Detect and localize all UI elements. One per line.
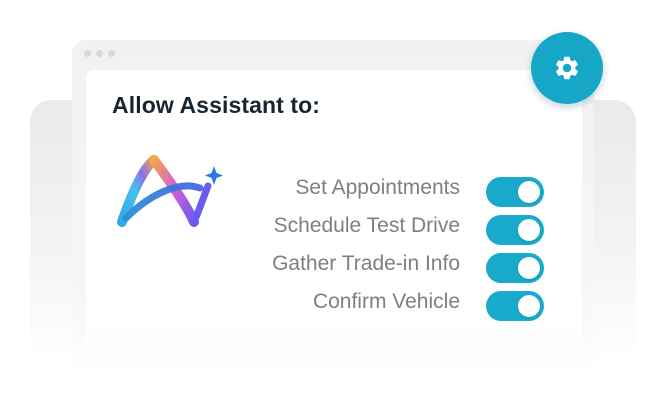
panel-title: Allow Assistant to:	[112, 92, 321, 118]
toggle-knob	[518, 295, 540, 317]
app-canvas: Allow Assistant to: Set Appointments Sch…	[0, 0, 666, 400]
toggle-knob	[518, 181, 540, 203]
gather-trade-in-info-toggle[interactable]	[486, 253, 544, 283]
toggle-knob	[518, 219, 540, 241]
set-appointments-toggle[interactable]	[486, 177, 544, 207]
schedule-test-drive-toggle[interactable]	[486, 215, 544, 245]
gear-icon	[556, 56, 578, 80]
window-control-dot[interactable]	[96, 50, 103, 57]
permission-label: Set Appointments	[295, 176, 460, 199]
permission-row: Schedule Test Drive	[200, 210, 556, 248]
permission-list: Set Appointments Schedule Test Drive Gat…	[200, 172, 556, 324]
permission-row: Confirm Vehicle	[200, 286, 556, 324]
window-controls	[84, 50, 115, 57]
window-control-dot[interactable]	[84, 50, 91, 57]
window-control-dot[interactable]	[108, 50, 115, 57]
toggle-knob	[518, 257, 540, 279]
settings-button[interactable]	[531, 32, 603, 104]
confirm-vehicle-toggle[interactable]	[486, 291, 544, 321]
permission-label: Confirm Vehicle	[312, 290, 460, 313]
permission-label: Gather Trade-in Info	[272, 252, 460, 275]
permission-row: Set Appointments	[200, 172, 556, 210]
permission-row: Gather Trade-in Info	[200, 248, 556, 286]
permission-label: Schedule Test Drive	[273, 214, 460, 237]
